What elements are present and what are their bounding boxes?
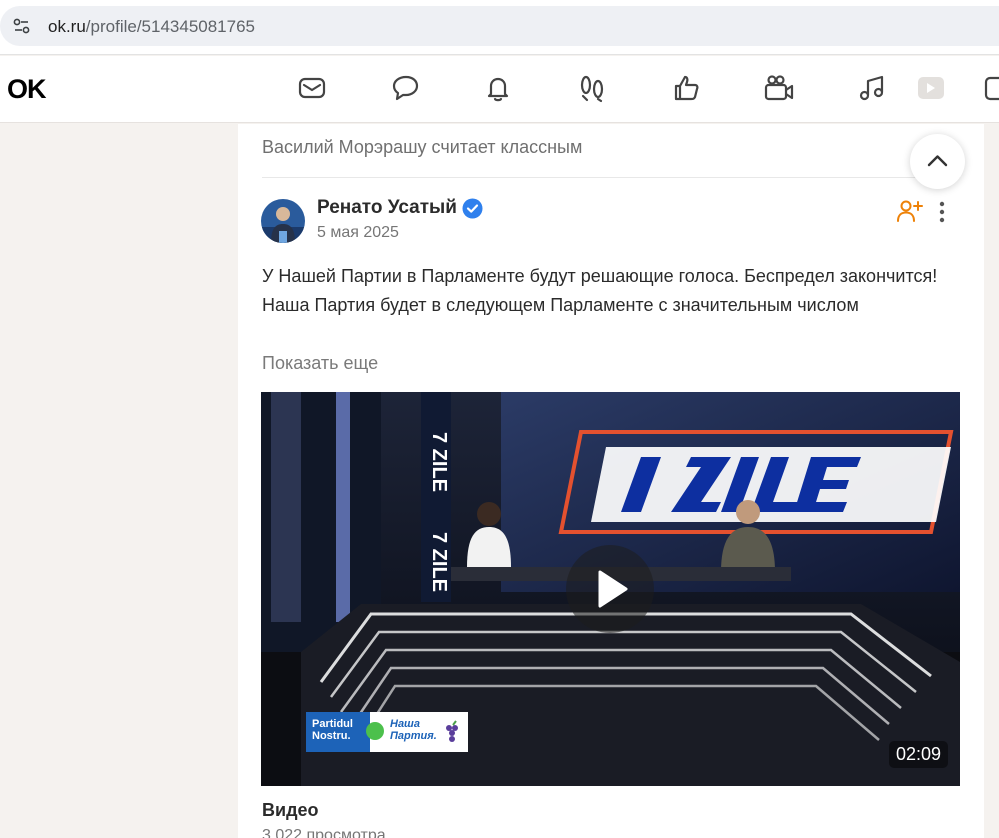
left-sidebar [0,124,238,838]
post-author[interactable]: Ренато Усатый [317,197,457,219]
chevron-up-icon [927,155,948,167]
chat-bubble-icon[interactable] [389,72,421,104]
feed-card: Василий Морэрашу считает классным Ренато… [238,124,984,838]
ok-logo[interactable]: OK [7,74,46,105]
bell-icon[interactable] [482,72,514,104]
party-banner: Partidul Nostru. Наша Партия. [306,712,468,752]
party-banner-right: Наша Партия. [390,718,437,742]
grapes-icon [444,720,462,744]
party-banner-left: Partidul Nostru. [306,712,370,752]
post-text-line: У Нашей Партии в Парламенте будут решающ… [262,266,938,286]
url-host: ok.ru [48,17,86,36]
svg-text:7 ZILE: 7 ZILE [428,432,450,492]
liked-by-text[interactable]: Василий Морэрашу считает классным [262,137,582,158]
post-date[interactable]: 5 мая 2025 [317,224,399,242]
check-icon [366,722,384,740]
url-text[interactable]: ok.ru/profile/514345081765 [48,17,255,37]
video-duration: 02:09 [888,741,948,768]
divider [262,177,960,178]
video-play-icon[interactable] [913,72,945,104]
site-settings-icon[interactable] [8,15,36,37]
video-camera-icon[interactable] [763,72,795,104]
url-path: /profile/514345081765 [85,17,255,36]
post-text: У Нашей Партии в Парламенте будут решающ… [262,262,962,320]
calendar-icon[interactable] [980,72,999,104]
mail-icon[interactable] [296,72,328,104]
verified-badge-icon [462,198,483,219]
thumbs-up-icon[interactable] [670,72,702,104]
show-more-link[interactable]: Показать еще [262,353,378,374]
url-bar[interactable]: ok.ru/profile/514345081765 [0,6,999,46]
add-friend-icon[interactable] [897,199,923,223]
music-note-icon[interactable] [856,72,888,104]
more-options-icon[interactable] [933,200,951,224]
author-avatar[interactable] [261,199,305,243]
guests-footprints-icon[interactable] [576,72,608,104]
play-button[interactable] [566,545,654,633]
top-navigation: OK [0,56,999,123]
browser-address-bar: ok.ru/profile/514345081765 [0,0,999,55]
attachment-title[interactable]: Видео [262,800,319,821]
svg-text:7 ZILE: 7 ZILE [428,532,450,592]
video-player[interactable]: 7 ZILE 7 ZILE Partidul Nostru. Наша Парт… [261,392,960,786]
scroll-to-top-button[interactable] [910,134,965,189]
view-count: 3 022 просмотра [262,827,386,838]
post-text-line: Наша Партия будет в следующем Парламенте… [262,295,859,315]
